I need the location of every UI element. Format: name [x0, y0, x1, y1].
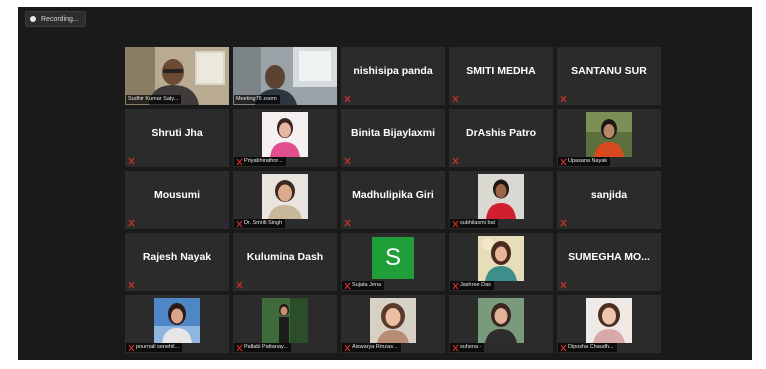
participant-tile[interactable]: subhilaxmi bal	[449, 171, 553, 229]
profile-photo	[262, 174, 308, 219]
muted-mic-icon	[128, 219, 134, 227]
profile-photo	[370, 298, 416, 343]
participant-tile[interactable]: Priyabhirathor...	[233, 109, 337, 167]
muted-mic-icon	[128, 157, 134, 165]
participant-name: SMITI MEDHA	[466, 65, 536, 77]
profile-photo	[262, 112, 308, 157]
participant-tile[interactable]: Upasana Nayak	[557, 109, 661, 167]
participant-name: Mousumi	[153, 189, 201, 201]
participant-name: Madhulipika Giri	[352, 189, 434, 201]
participant-name: nishisipa panda	[353, 65, 433, 77]
muted-mic-icon	[128, 281, 134, 289]
muted-mic-icon	[236, 158, 242, 166]
muted-mic-icon	[560, 281, 566, 289]
participant-tile[interactable]: DrAshis Patro	[449, 109, 553, 167]
participant-name: DrAshis Patro	[465, 127, 537, 139]
participant-name-label: Priyabhirathor...	[234, 157, 286, 166]
muted-mic-icon	[452, 95, 458, 103]
muted-mic-icon	[344, 344, 350, 352]
participant-name: Shruti Jha	[151, 127, 203, 139]
profile-photo	[478, 236, 524, 281]
participant-name-label: Aiswarya Rmzas...	[342, 343, 401, 352]
participant-tile[interactable]: Binita Bijaylaxmi	[341, 109, 445, 167]
participant-tile[interactable]: Sudhir Kumar Saty...	[125, 47, 229, 105]
muted-mic-icon	[344, 282, 350, 290]
participant-tile[interactable]: Diposha Chaudh...	[557, 295, 661, 353]
participant-tile[interactable]: Jashree Das	[449, 233, 553, 291]
profile-photo	[586, 112, 632, 157]
participant-tile[interactable]: SANTANU SUR	[557, 47, 661, 105]
participant-name-label: pournali senehil...	[126, 343, 183, 352]
muted-mic-icon	[560, 158, 566, 166]
participant-tile[interactable]: Rajesh Nayak	[125, 233, 229, 291]
profile-photo	[478, 174, 524, 219]
participant-tile[interactable]: SUMEGHA MO...	[557, 233, 661, 291]
profile-photo	[478, 298, 524, 343]
participant-name-label: suhena -	[450, 343, 485, 352]
muted-mic-icon	[236, 344, 242, 352]
participant-tile[interactable]: Mousumi	[125, 171, 229, 229]
participant-name-label: Diposha Chaudh...	[558, 343, 617, 352]
profile-photo	[262, 298, 308, 343]
participant-name-label: Sudhir Kumar Saty...	[126, 95, 182, 104]
profile-photo	[586, 298, 632, 343]
profile-photo	[154, 298, 200, 343]
recording-label: Recording...	[41, 15, 79, 23]
participant-tile[interactable]: Meeting76 zoom	[233, 47, 337, 105]
initial-avatar: S	[372, 237, 414, 279]
participant-tile[interactable]: suhena -	[449, 295, 553, 353]
participant-tile[interactable]: pournali senehil...	[125, 295, 229, 353]
participant-tile[interactable]: sanjida	[557, 171, 661, 229]
participant-name-label: Dr. Smriti Singh	[234, 219, 286, 228]
participant-name: sanjida	[590, 189, 628, 201]
participant-name-label: Upasana Nayak	[558, 157, 611, 166]
participant-name: SUMEGHA MO...	[568, 251, 650, 263]
meeting-window: Recording... Sudhir Kumar Saty... Meetin…	[18, 7, 752, 360]
participant-tile[interactable]: Dr. Smriti Singh	[233, 171, 337, 229]
muted-mic-icon	[236, 281, 242, 289]
participant-tile[interactable]: Pallabi Pattanay...	[233, 295, 337, 353]
participant-tile[interactable]: SMITI MEDHA	[449, 47, 553, 105]
participant-tile[interactable]: Madhulipika Giri	[341, 171, 445, 229]
muted-mic-icon	[344, 157, 350, 165]
participant-tile[interactable]: Shruti Jha	[125, 109, 229, 167]
participant-name-label: Meeting76 zoom	[234, 95, 280, 104]
participant-tile[interactable]: nishisipa panda	[341, 47, 445, 105]
muted-mic-icon	[452, 220, 458, 228]
recording-indicator[interactable]: Recording...	[25, 11, 86, 27]
muted-mic-icon	[560, 95, 566, 103]
muted-mic-icon	[128, 344, 134, 352]
muted-mic-icon	[452, 282, 458, 290]
participant-tile[interactable]: Kulumina Dash	[233, 233, 337, 291]
record-dot-icon	[30, 16, 36, 22]
participant-name-label: Sujata Jena	[342, 281, 385, 290]
participant-name-label: Jashree Das	[450, 281, 494, 290]
muted-mic-icon	[344, 219, 350, 227]
participant-grid: Sudhir Kumar Saty... Meeting76 zoom nish…	[125, 47, 661, 353]
muted-mic-icon	[452, 344, 458, 352]
participant-name-label: subhilaxmi bal	[450, 219, 498, 228]
participant-name: Binita Bijaylaxmi	[350, 127, 436, 139]
participant-name-label: Pallabi Pattanay...	[234, 343, 291, 352]
participant-name: SANTANU SUR	[571, 65, 647, 77]
muted-mic-icon	[236, 220, 242, 228]
muted-mic-icon	[452, 157, 458, 165]
participant-tile[interactable]: S Sujata Jena	[341, 233, 445, 291]
participant-tile[interactable]: Aiswarya Rmzas...	[341, 295, 445, 353]
muted-mic-icon	[560, 219, 566, 227]
muted-mic-icon	[560, 344, 566, 352]
participant-name: Rajesh Nayak	[142, 251, 212, 263]
muted-mic-icon	[344, 95, 350, 103]
participant-name: Kulumina Dash	[246, 251, 324, 263]
